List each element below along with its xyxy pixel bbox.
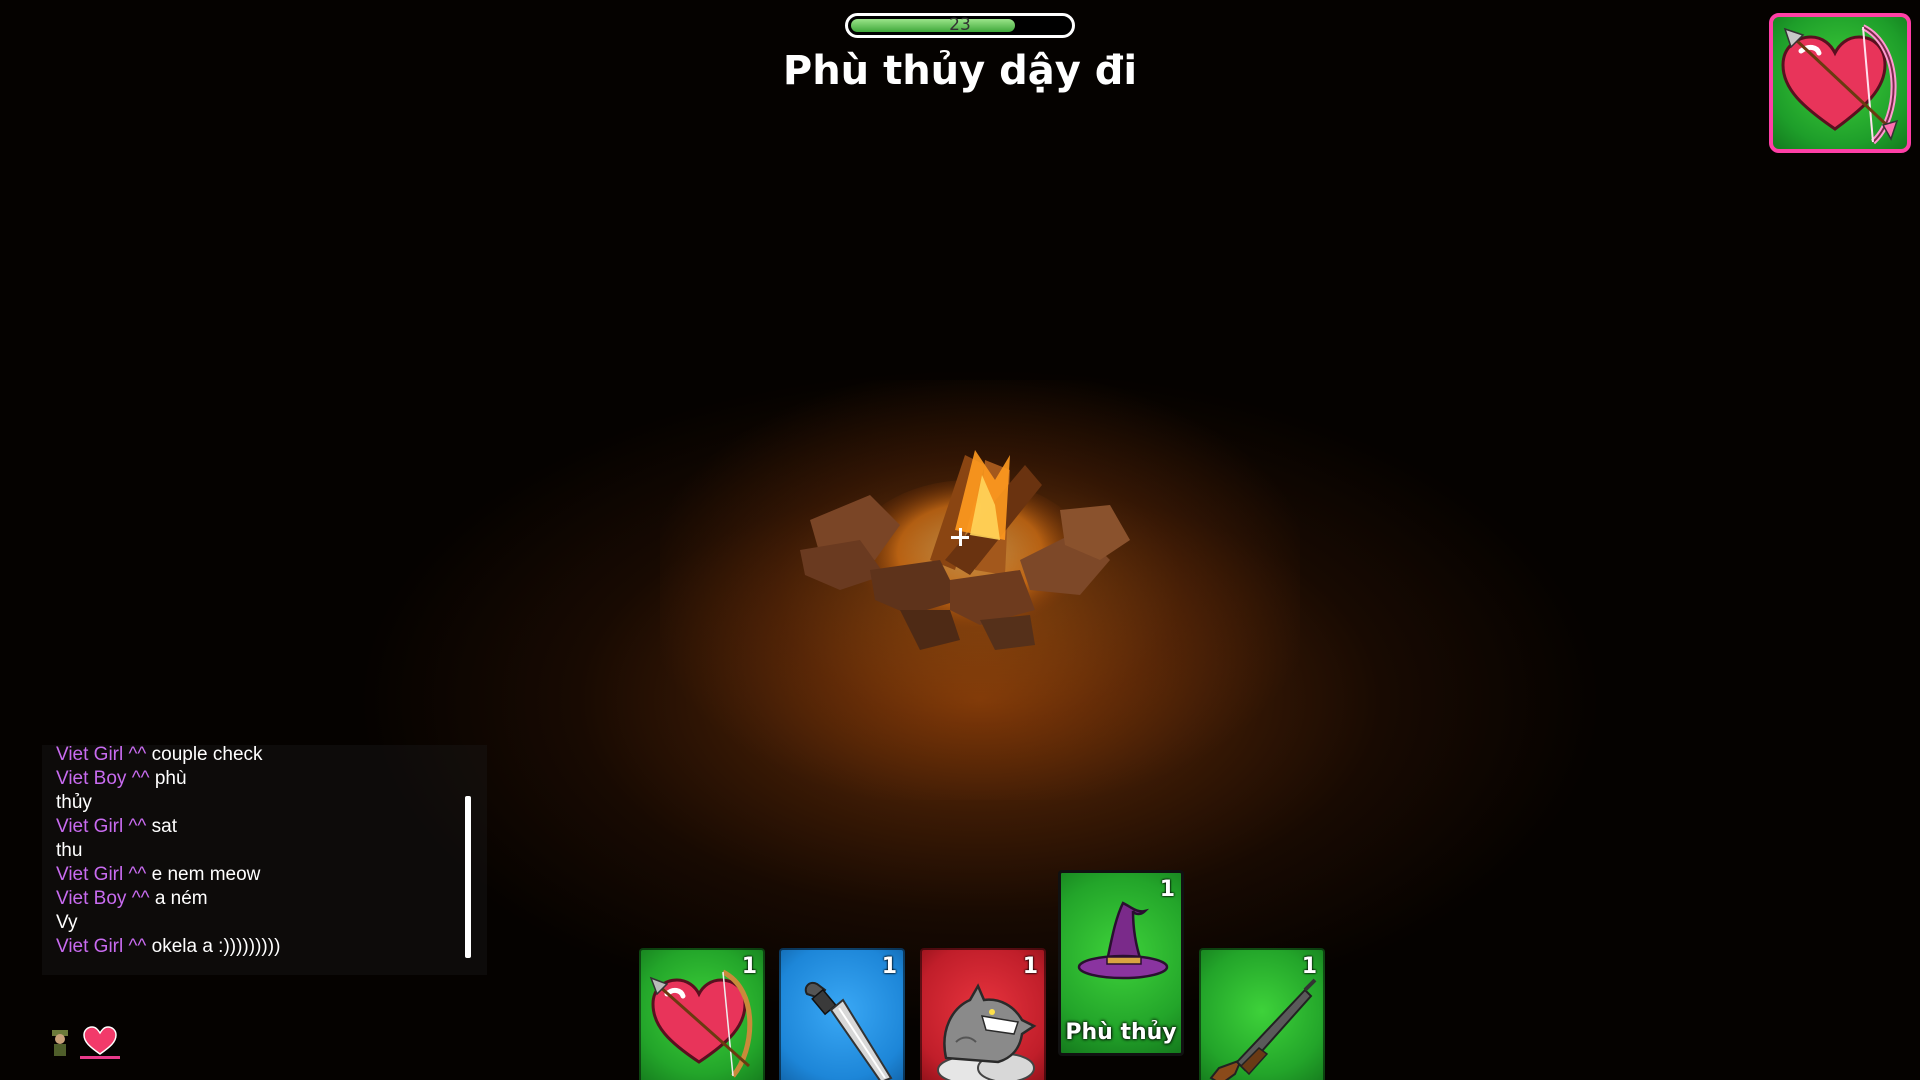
chat-text: thủy: [56, 792, 92, 813]
chat-message: Viet Girl ^^ e nem meow: [56, 863, 466, 887]
card-count: 1: [881, 954, 897, 979]
card-cupid[interactable]: 1: [639, 948, 765, 1080]
chat-sender: Viet Girl ^^: [56, 816, 147, 837]
card-count: 1: [1022, 954, 1038, 979]
card-count: 1: [741, 954, 757, 979]
timer-value: 23: [949, 15, 971, 35]
phase-title: Phù thủy dậy đi: [782, 48, 1138, 94]
chat-text: thu: [56, 840, 83, 861]
chat-sender: Viet Girl ^^: [56, 936, 147, 957]
chat-text: e nem meow: [151, 864, 261, 885]
heart-icon[interactable]: [83, 1026, 117, 1055]
chat-text: couple check: [151, 744, 263, 765]
chat-panel[interactable]: Viet Girl ^^ couple check Viet Boy ^^ ph…: [42, 743, 487, 975]
chat-sender: Viet Girl ^^: [56, 744, 147, 765]
chat-sender: Viet Boy ^^: [56, 768, 150, 789]
chat-text: sat: [151, 816, 177, 837]
chat-sender: Viet Boy ^^: [56, 888, 150, 909]
chat-text: okela a :))))))))): [151, 936, 281, 957]
chat-sender: Viet Girl ^^: [56, 864, 147, 885]
chat-message: Viet Girl ^^ sat: [56, 815, 466, 839]
chat-text: a ném: [154, 888, 208, 909]
soldier-icon: [52, 1030, 68, 1056]
chat-log: Viet Girl ^^ couple check Viet Boy ^^ ph…: [56, 743, 466, 959]
chat-message: Viet Girl ^^ couple check: [56, 743, 466, 767]
card-dagger[interactable]: 1: [779, 948, 905, 1080]
card-hunter[interactable]: 1: [1199, 948, 1325, 1080]
campfire: [800, 450, 1130, 650]
card-witch[interactable]: 1 Phù thủy: [1058, 870, 1184, 1056]
heart-underline: [80, 1056, 120, 1059]
chat-message: Viet Boy ^^ a ném: [56, 887, 466, 911]
role-card[interactable]: [1769, 13, 1911, 153]
chat-text: Vy: [56, 912, 78, 933]
chat-text: phù: [154, 768, 187, 789]
card-count: 1: [1159, 877, 1175, 902]
crosshair: [951, 528, 969, 546]
game-viewport[interactable]: 23 Phù thủy dậy đi Viet Girl ^^ couple c…: [0, 0, 1920, 1080]
chat-scrollbar[interactable]: [465, 796, 471, 958]
card-werewolf[interactable]: 1: [920, 948, 1046, 1080]
chat-message: Vy: [56, 911, 466, 935]
chat-message: thu: [56, 839, 466, 863]
timer-bar: 23: [845, 13, 1075, 38]
card-label: Phù thủy: [1065, 1020, 1177, 1045]
cupid-heart-bow-icon: [1781, 24, 1899, 145]
chat-message: thủy: [56, 791, 466, 815]
chat-message: Viet Girl ^^ okela a :))))))))): [56, 935, 466, 959]
chat-message: Viet Boy ^^ phù: [56, 767, 466, 791]
card-count: 1: [1301, 954, 1317, 979]
